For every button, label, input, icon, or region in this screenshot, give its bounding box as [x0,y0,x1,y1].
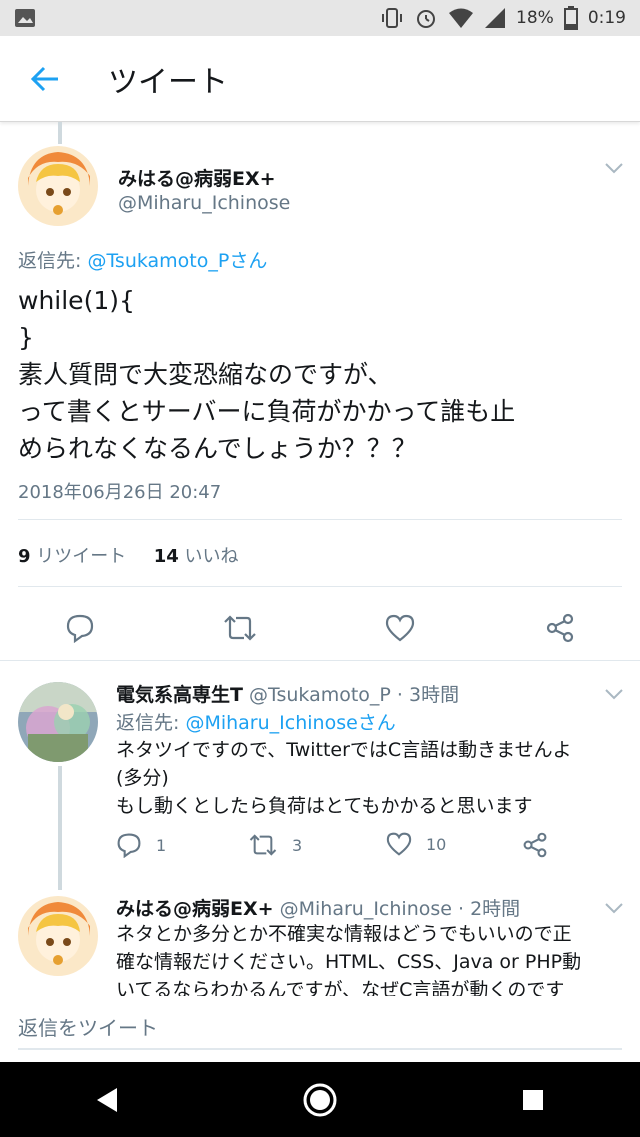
back-arrow-icon [30,66,58,91]
app-bar: ツイート [0,36,640,122]
heart-icon [385,614,415,642]
reply-prefix: 返信先: [116,712,186,734]
chevron-down-icon[interactable] [604,162,624,174]
clock: 0:19 [587,8,626,28]
tweet-separator [0,660,640,661]
divider [18,586,622,587]
author-handle[interactable]: @Miharu_Ichinose · 2時間 [280,898,521,920]
tweet-text: while(1){ } 素人質問で大変恐縮なのですが、 って書くとサーバーに負荷… [18,286,516,463]
back-triangle-icon [96,1087,117,1112]
alarm-icon [417,10,436,28]
wifi-icon [449,8,474,28]
timestamp: 2018年06月26日 20:47 [18,482,222,503]
gallery-notification-icon [15,9,35,27]
author-handle[interactable]: @Tsukamoto_P · 3時間 [249,684,459,706]
like-count[interactable]: 14 [154,546,179,567]
engagement-stats: 9 リツイート 14 いいね [18,542,239,568]
reply-context: 返信先: @Tsukamoto_Pさん [18,246,267,273]
divider [18,519,622,520]
reply-button[interactable] [60,608,100,648]
nav-home-button[interactable] [280,1070,360,1130]
home-circle-icon [303,1083,337,1116]
nav-back-button[interactable] [67,1070,147,1130]
share-button[interactable] [522,832,548,858]
like-button[interactable] [380,608,420,648]
reply-header: 電気系高専生T @Tsukamoto_P · 3時間 [116,680,459,707]
reply-icon [117,833,141,858]
battery-percent: 18% [516,8,554,28]
reply-icon [66,614,94,643]
share-button[interactable] [540,608,580,648]
system-nav-bar [0,1062,640,1137]
nav-recents-button[interactable] [493,1070,573,1130]
vibrate-icon [382,8,403,28]
like-button[interactable]: 10 [386,832,446,856]
recents-square-icon [523,1089,544,1110]
avatar[interactable] [18,682,98,762]
reply-to-link[interactable]: @Tsukamoto_Pさん [87,250,267,272]
author-name[interactable]: 電気系高専生T [116,684,243,706]
heart-icon [386,832,412,856]
avatar[interactable] [18,146,98,226]
reply-prefix: 返信先: [18,250,88,272]
retweet-button[interactable]: 3 [248,832,302,858]
share-icon [546,613,574,643]
reply-to-link[interactable]: @Miharu_Ichinoseさん [185,712,395,734]
retweet-count[interactable]: 9 [18,546,31,567]
reply-composer: 返信をツイート [0,996,640,1062]
author-name[interactable]: みはる@病弱EX+ [116,898,274,920]
retweet-button[interactable] [220,608,260,648]
share-icon [523,832,547,858]
like-count: 10 [426,834,447,854]
thread-line [58,122,62,144]
tweet-text: ネタとか多分とか不確実な情報はどうでもいいので正 確な情報だけください。HTML… [116,923,582,996]
chevron-down-icon[interactable] [604,902,624,914]
author-handle[interactable]: @Miharu_Ichinose [118,192,290,214]
reply-count: 1 [156,835,167,855]
thread-line [58,766,62,890]
tweet-thread[interactable]: みはる@病弱EX+ @Miharu_Ichinose 返信先: @Tsukamo… [0,122,640,996]
page-title: ツイート [108,64,228,100]
reply-header: みはる@病弱EX+ @Miharu_Ichinose · 2時間 [116,894,520,921]
like-label[interactable]: いいね [185,546,239,567]
author-name[interactable]: みはる@病弱EX+ [118,164,276,191]
retweet-icon [249,834,277,856]
retweet-icon [224,615,256,641]
retweet-label[interactable]: リツイート [36,546,126,567]
back-button[interactable] [0,36,90,122]
signal-icon [485,8,506,28]
retweet-count: 3 [292,835,303,855]
status-bar: 18% 0:19 [0,0,640,36]
reply-input[interactable]: 返信をツイート [18,1004,622,1050]
chevron-down-icon[interactable] [604,688,624,700]
reply-button[interactable]: 1 [116,832,166,858]
avatar[interactable] [18,896,98,976]
battery-icon [563,6,578,30]
reply-context: 返信先: @Miharu_Ichinoseさん [116,708,396,735]
tweet-text: ネタツイですので、TwitterではC言語は動きませんよ (多分) もし動くとし… [116,739,572,817]
